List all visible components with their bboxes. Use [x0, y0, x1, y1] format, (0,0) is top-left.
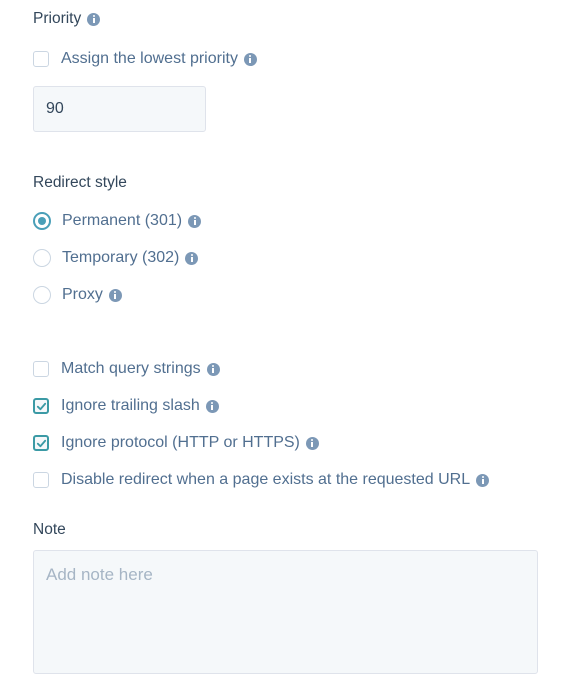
- priority-input[interactable]: [33, 86, 206, 132]
- match-query-strings-checkbox[interactable]: [33, 361, 49, 377]
- info-icon[interactable]: [243, 52, 257, 66]
- radio-option-proxy[interactable]: Proxy: [33, 284, 122, 306]
- option-disable-redirect[interactable]: Disable redirect when a page exists at t…: [33, 469, 490, 491]
- option-ignore-trailing-slash[interactable]: Ignore trailing slash: [33, 395, 219, 417]
- note-textarea[interactable]: [33, 550, 538, 674]
- redirect-style-label: Redirect style: [33, 174, 127, 191]
- radio-selected-dot: [38, 217, 46, 225]
- checkmark-icon: [36, 402, 46, 410]
- info-icon[interactable]: [185, 251, 199, 265]
- info-icon[interactable]: [305, 436, 319, 450]
- disable-redirect-checkbox[interactable]: [33, 472, 49, 488]
- assign-lowest-priority-checkbox[interactable]: [33, 51, 49, 67]
- radio-permanent[interactable]: [33, 212, 51, 230]
- match-query-strings-label: Match query strings: [61, 360, 201, 377]
- radio-option-temporary[interactable]: Temporary (302): [33, 247, 199, 269]
- info-icon[interactable]: [206, 362, 220, 376]
- info-icon[interactable]: [476, 473, 490, 487]
- radio-option-permanent[interactable]: Permanent (301): [33, 210, 202, 232]
- option-ignore-protocol[interactable]: Ignore protocol (HTTP or HTTPS): [33, 432, 319, 454]
- ignore-protocol-checkbox[interactable]: [33, 435, 49, 451]
- radio-temporary[interactable]: [33, 249, 51, 267]
- priority-label: Priority: [33, 10, 82, 27]
- info-icon[interactable]: [108, 288, 122, 302]
- assign-lowest-priority-label: Assign the lowest priority: [61, 50, 238, 67]
- checkmark-icon: [36, 439, 46, 447]
- info-icon[interactable]: [188, 214, 202, 228]
- priority-section-header: Priority: [33, 10, 101, 28]
- assign-lowest-priority-option[interactable]: Assign the lowest priority: [33, 48, 257, 70]
- note-label: Note: [33, 521, 66, 538]
- radio-proxy-label: Proxy: [62, 286, 103, 303]
- radio-temporary-label: Temporary (302): [62, 249, 180, 266]
- disable-redirect-label: Disable redirect when a page exists at t…: [61, 471, 471, 488]
- radio-permanent-label: Permanent (301): [62, 212, 183, 229]
- ignore-protocol-label: Ignore protocol (HTTP or HTTPS): [61, 434, 300, 451]
- ignore-trailing-slash-checkbox[interactable]: [33, 398, 49, 414]
- radio-proxy[interactable]: [33, 286, 51, 304]
- ignore-trailing-slash-label: Ignore trailing slash: [61, 397, 200, 414]
- option-match-query-strings[interactable]: Match query strings: [33, 358, 220, 380]
- info-icon[interactable]: [87, 12, 101, 26]
- info-icon[interactable]: [205, 399, 219, 413]
